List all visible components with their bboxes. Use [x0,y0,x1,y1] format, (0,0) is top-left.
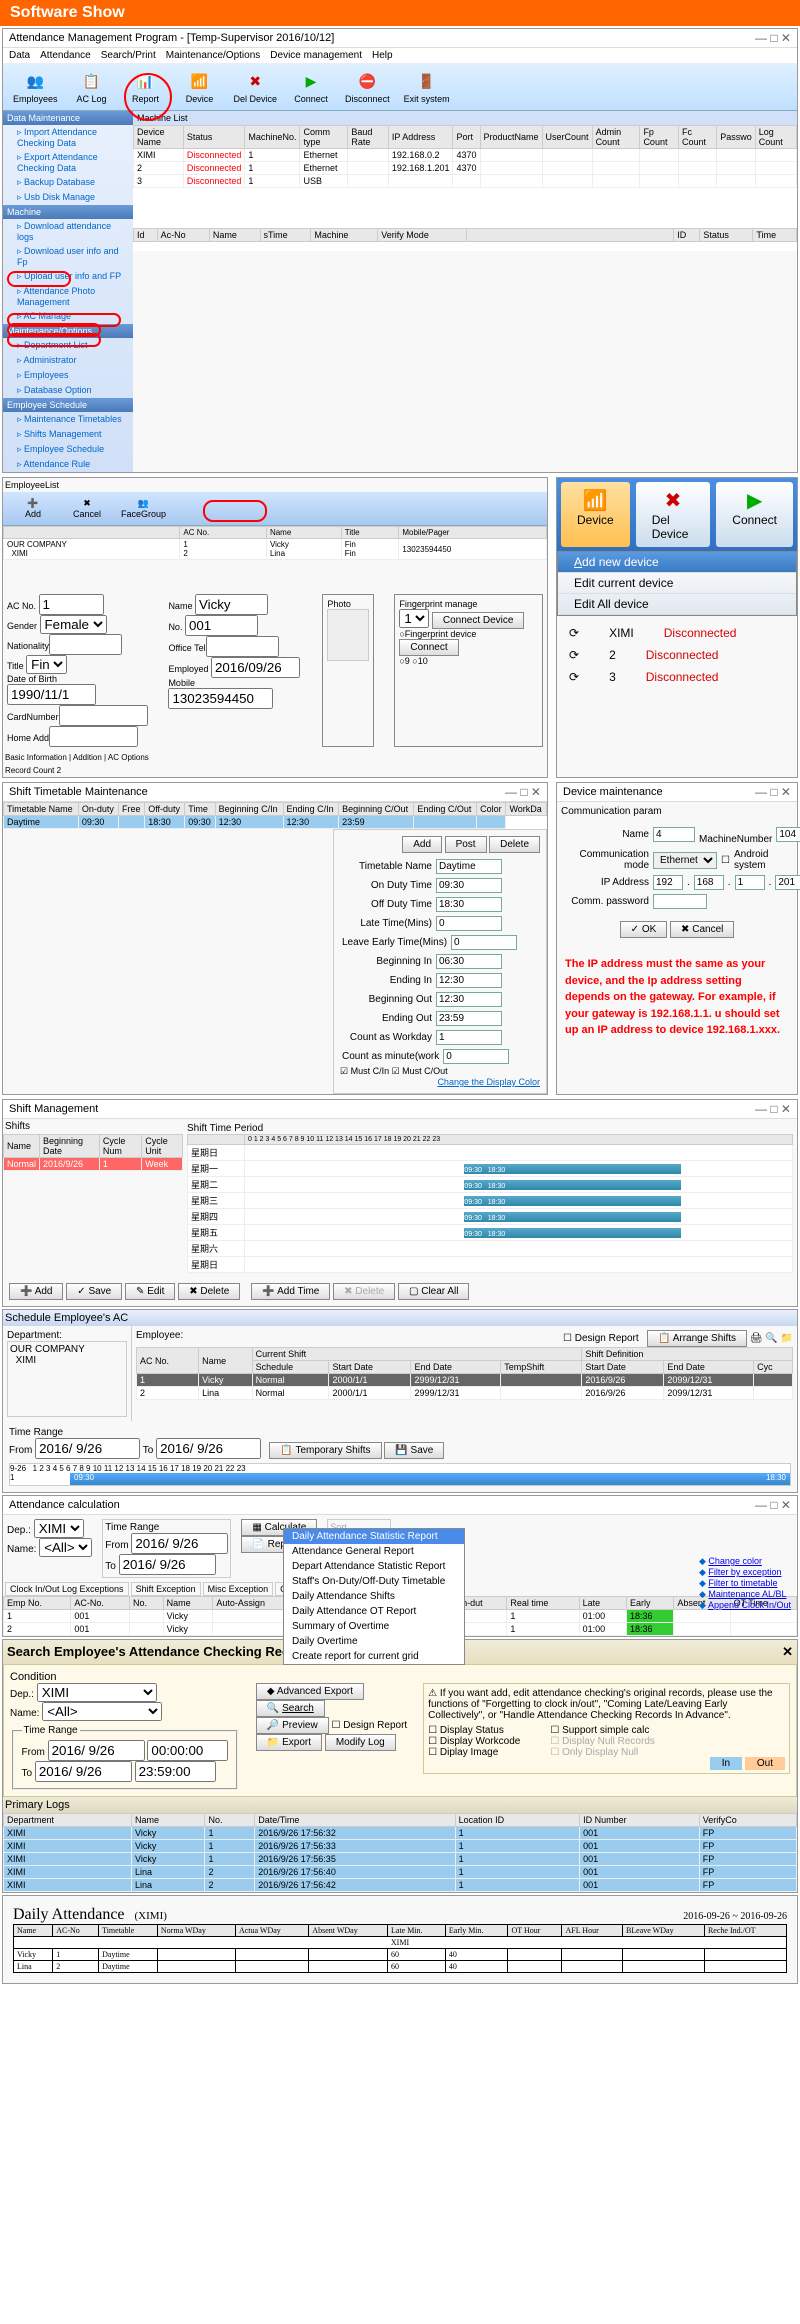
annotation-empsched [7,333,101,347]
device-maint-window: Device maintenance— □ ✕ Communication pa… [556,782,798,1095]
window-buttons[interactable]: — □ ✕ [755,31,791,45]
device-button[interactable]: 📶Device [174,67,226,106]
export-button[interactable]: 📁 Export [256,1734,322,1751]
connect-button[interactable]: ▶Connect [716,482,793,547]
ac-log-button[interactable]: 📋AC Log [66,67,118,106]
machine-list-tab[interactable]: Machine List [133,111,797,125]
shift-save[interactable]: ✓ Save [66,1283,122,1300]
ribbon-zoom: 📶Device ✖Del Device ▶Connect Add new dev… [556,477,798,778]
timetable-window: Shift Timetable Maintenance— □ ✕ Timetab… [2,782,548,1095]
machine-list-grid[interactable]: Device NameStatusMachineNo.Comm typeBaud… [133,125,797,188]
shift-add[interactable]: ➕ Add [9,1283,63,1300]
daily-grid: NameAC-NoTimetableNorma WDayActua WDayAb… [13,1924,787,1973]
search-button[interactable]: 🔍 Search [256,1700,325,1717]
arrange-shifts[interactable]: 📋 Arrange Shifts [647,1330,747,1347]
annotation-circle-device [124,73,172,121]
main-toolbar: 👥Employees📋AC Log📊Report📶Device✖Del Devi… [3,63,797,111]
cancel-btn[interactable]: ✖Cancel [61,496,113,521]
shift-addtime[interactable]: ➕ Add Time [251,1283,330,1300]
ribbon: 📶Device ✖Del Device ▶Connect [557,478,797,551]
fingerprint-panel[interactable]: Fingerprint manage1 Connect Device○Finge… [394,594,543,747]
edit-all-device[interactable]: Edit All device [558,594,796,615]
add-btn[interactable]: ➕Add [7,496,59,521]
shift-period-grid[interactable]: 0 1 2 3 4 5 6 7 8 9 10 11 12 13 14 15 16… [187,1134,793,1273]
modify-log[interactable]: Modify Log [325,1734,396,1751]
main-window: Attendance Management Program - [Temp-Su… [2,28,798,473]
shift-clear[interactable]: ▢ Clear All [398,1283,469,1300]
employees-button[interactable]: 👥Employees [7,67,64,106]
preview-button[interactable]: 🔎 Preview [256,1717,329,1734]
tt-delete[interactable]: Delete [489,836,540,853]
report-menu[interactable]: Daily Attendance Statistic ReportAttenda… [283,1528,465,1665]
annotation-oval [203,500,267,522]
device-row-3[interactable]: ⟳3Disconnected [557,666,797,688]
attendance-calc-window: Attendance calculation— □ ✕ Dep.: XIMI N… [2,1495,798,1637]
add-new-device[interactable]: Add new device [558,552,796,573]
del-device-button[interactable]: ✖Del Device [228,67,284,106]
shift-mgmt-window: Shift Management— □ ✕ Shifts NameBeginni… [2,1099,798,1307]
annotation-employees [7,271,71,287]
connect-button[interactable]: ▶Connect [285,67,337,106]
timetable-grid[interactable]: Timetable NameOn-dutyFreeOff-dutyTimeBeg… [3,802,547,829]
tt-post[interactable]: Post [445,836,487,853]
shift-edit[interactable]: ✎ Edit [125,1283,175,1300]
facegroup-btn[interactable]: 👥FaceGroup [115,496,172,521]
machine-list-pane: Machine List Device NameStatusMachineNo.… [133,111,797,251]
dept-tree[interactable]: OUR COMPANY XIMI [7,1341,127,1417]
device-context-menu: Add new device Edit current device Edit … [557,551,797,616]
ok-button[interactable]: ✓ OK [620,921,668,938]
disconnect-button[interactable]: ⛔Disconnect [339,67,396,106]
search-grid[interactable]: DepartmentNameNo.Date/TimeLocation IDID … [3,1813,797,1892]
device-row-2[interactable]: ⟳2Disconnected [557,644,797,666]
adv-export[interactable]: ◆ Advanced Export [256,1683,364,1700]
tt-add[interactable]: Add [402,836,442,853]
sidebar: Data Maintenance▹ Import Attendance Chec… [3,111,133,472]
temp-shifts[interactable]: 📋 Temporary Shifts [269,1442,381,1459]
menu-bar[interactable]: DataAttendanceSearch/PrintMaintenance/Op… [3,48,797,63]
search-window: Search Employee's Attendance Checking Re… [2,1639,798,1893]
title-bar: Attendance Management Program - [Temp-Su… [3,29,797,48]
device-row-1[interactable]: ⟳XIMIDisconnected [557,622,797,644]
shift-delete[interactable]: ✖ Delete [178,1283,240,1300]
employee-list-window: EmployeeList ➕Add ✖Cancel 👥FaceGroup AC … [2,477,548,778]
timetable-detail[interactable]: Add Post Delete Timetable NameOn Duty Ti… [333,829,547,1094]
shift-grid[interactable]: NameBeginning DateCycle NumCycle UnitNor… [3,1134,183,1171]
del-device-button[interactable]: ✖Del Device [636,482,711,547]
device-button[interactable]: 📶Device [561,482,630,547]
edit-current-device[interactable]: Edit current device [558,573,796,594]
ip-note: The IP address must the same as your dev… [557,948,797,1047]
cancel-button[interactable]: ✖ Cancel [670,921,734,938]
lower-grid: IdAc-NoNamesTimeMachineVerify ModeIDStat… [133,228,797,242]
exit-system-button[interactable]: 🚪Exit system [398,67,456,106]
sched-save[interactable]: 💾 Save [384,1442,444,1459]
daily-report: Daily Attendance(XIMI) 2016-09-26 ~ 2016… [2,1895,798,1984]
employee-form[interactable]: AC No. Gender FemaleNationalityTitle Fin… [7,594,148,747]
schedule-grid[interactable]: AC No.NameCurrent ShiftShift DefinitionS… [136,1347,793,1400]
software-show-banner: Software Show [0,0,800,26]
schedule-ac-window: Schedule Employee's AC Department: OUR C… [2,1309,798,1493]
